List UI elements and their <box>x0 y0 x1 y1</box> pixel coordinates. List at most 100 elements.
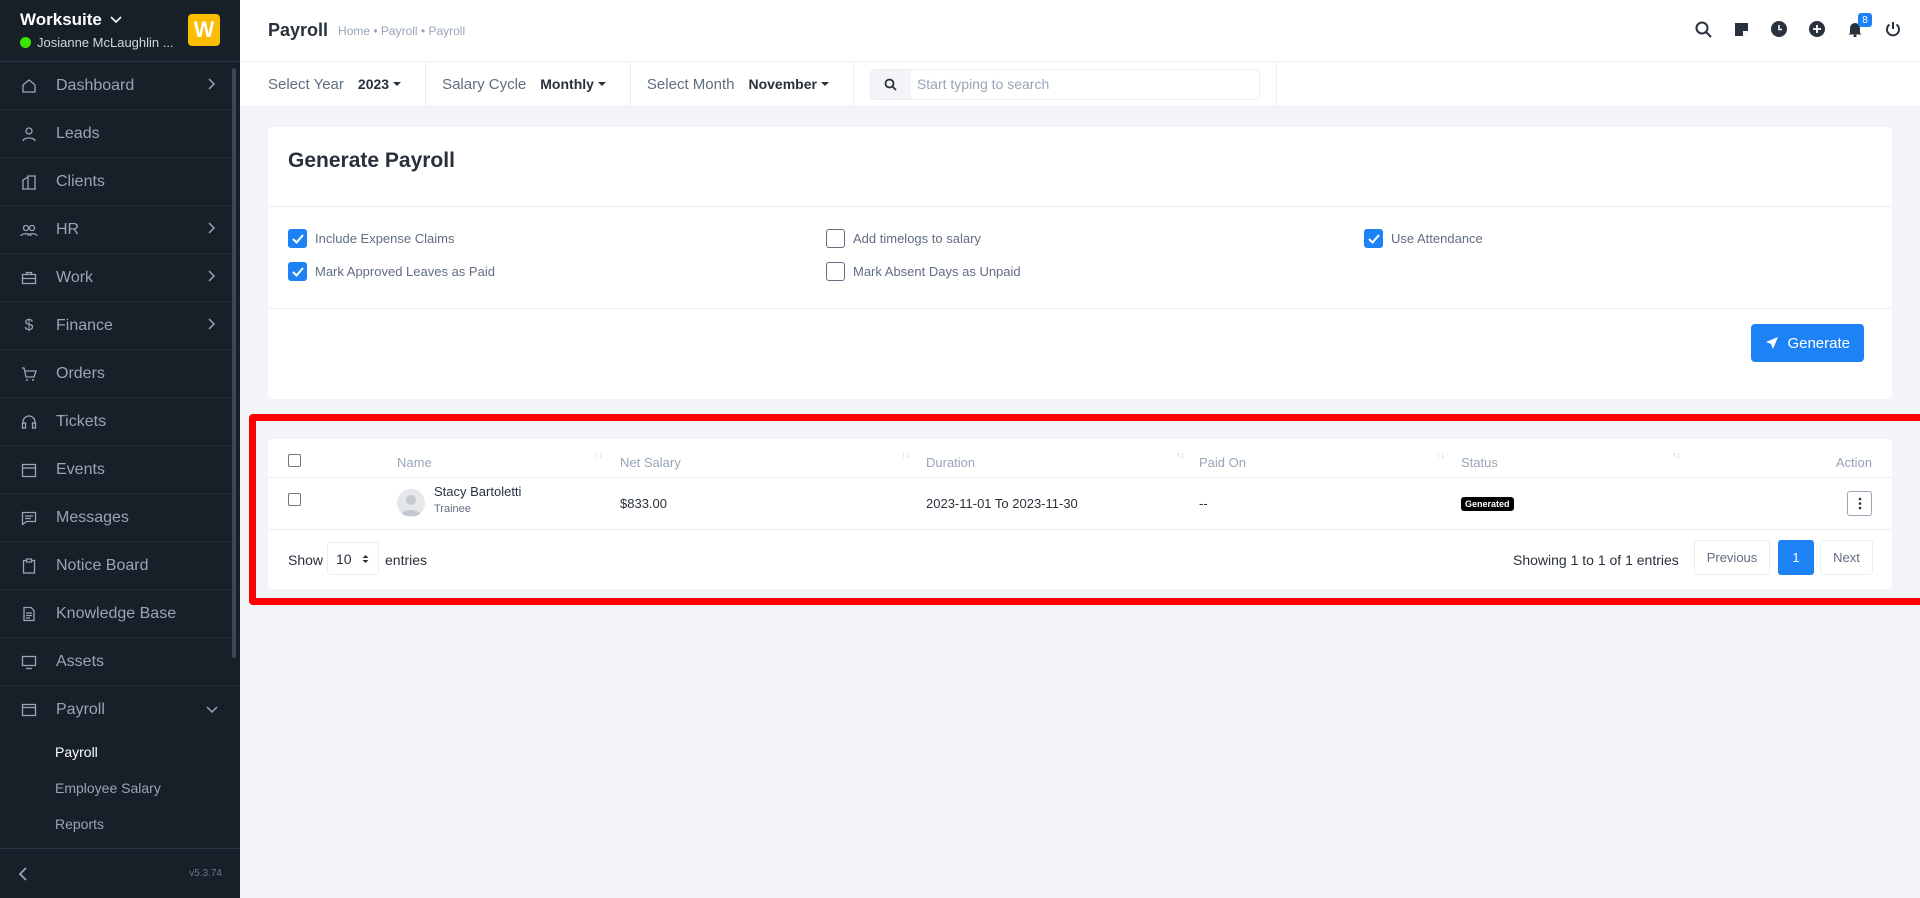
page-title: Payroll <box>268 20 329 40</box>
brand-header[interactable]: Worksuite Josianne McLaughlin ... W <box>0 0 240 62</box>
search-icon <box>870 69 911 99</box>
salary-cycle-label: Salary Cycle <box>442 75 527 93</box>
clock-icon[interactable] <box>1770 20 1788 38</box>
option-include-expense-claims[interactable]: Include Expense Claims <box>288 229 454 248</box>
checkbox-unchecked[interactable] <box>826 262 845 281</box>
chevron-right-icon <box>208 222 216 234</box>
monitor-icon <box>20 653 38 671</box>
chevron-down-icon <box>110 16 122 24</box>
bell-icon[interactable]: 8 <box>1846 13 1872 38</box>
option-label: Add timelogs to salary <box>853 231 981 246</box>
year-filter[interactable]: Select Year 2023 <box>240 62 427 106</box>
sidebar-item-hr[interactable]: HR <box>0 206 240 254</box>
wallet-icon <box>20 701 38 719</box>
dollar-icon: $ <box>24 316 34 334</box>
sidebar-item-label: Work <box>56 268 94 286</box>
option-add-timelogs[interactable]: Add timelogs to salary <box>826 229 981 248</box>
sidebar-item-work[interactable]: Work <box>0 254 240 302</box>
sidebar-item-label: Knowledge Base <box>56 604 177 622</box>
sidebar-item-label: Notice Board <box>56 556 149 574</box>
notification-count-badge: 8 <box>1858 13 1872 27</box>
sticky-note-icon[interactable] <box>1732 20 1750 38</box>
sidebar-item-orders[interactable]: Orders <box>0 350 240 398</box>
sidebar-item-label: Leads <box>56 124 100 142</box>
checkbox-checked[interactable] <box>288 229 307 248</box>
building-icon <box>20 173 38 191</box>
sidebar-item-dashboard[interactable]: Dashboard <box>0 62 240 110</box>
checkbox-unchecked[interactable] <box>826 229 845 248</box>
sidebar-item-label: Clients <box>56 172 105 190</box>
sidebar-item-clients[interactable]: Clients <box>0 158 240 206</box>
search-input[interactable] <box>910 76 1251 92</box>
chevron-right-icon <box>208 270 216 282</box>
salary-cycle-dropdown[interactable]: Monthly <box>540 76 606 92</box>
headset-icon <box>20 413 38 431</box>
sidebar-item-payroll[interactable]: Payroll <box>0 686 240 734</box>
submenu-item-employee-salary[interactable]: Employee Salary <box>0 770 240 806</box>
cart-icon <box>20 365 38 383</box>
generate-button-label: Generate <box>1787 334 1850 352</box>
search-icon[interactable] <box>1694 20 1712 38</box>
month-value: November <box>748 76 817 92</box>
salary-cycle-filter[interactable]: Salary Cycle Monthly <box>426 62 631 106</box>
caret-down-icon <box>597 82 606 86</box>
sidebar-item-notice-board[interactable]: Notice Board <box>0 542 240 590</box>
year-dropdown[interactable]: 2023 <box>357 76 402 92</box>
sidebar-scrollbar[interactable] <box>232 68 236 658</box>
month-filter[interactable]: Select Month November <box>631 62 854 106</box>
user-icon <box>20 125 38 143</box>
submenu-item-reports[interactable]: Reports <box>0 806 240 842</box>
sidebar-item-leads[interactable]: Leads <box>0 110 240 158</box>
user-name: Josianne McLaughlin ... <box>37 35 174 50</box>
year-value: 2023 <box>357 76 390 92</box>
sidebar-item-label: Payroll <box>56 701 105 718</box>
sidebar-item-label: Messages <box>56 508 129 526</box>
year-filter-label: Select Year <box>268 75 344 93</box>
chevron-right-icon <box>208 318 216 330</box>
generate-payroll-card: Generate Payroll Include Expense Claims … <box>268 127 1892 399</box>
generate-button[interactable]: Generate <box>1751 324 1864 362</box>
sidebar-item-label: Tickets <box>56 412 107 430</box>
sidebar-item-events[interactable]: Events <box>0 446 240 494</box>
sidebar-item-messages[interactable]: Messages <box>0 494 240 542</box>
home-icon <box>20 77 38 95</box>
brand-name: Worksuite <box>20 10 102 29</box>
caret-down-icon <box>393 82 402 86</box>
add-circle-icon[interactable] <box>1808 20 1826 38</box>
document-icon <box>20 605 38 623</box>
sidebar-item-assets[interactable]: Assets <box>0 638 240 686</box>
caret-down-icon <box>820 82 829 86</box>
chat-icon <box>20 509 38 527</box>
search-box <box>869 68 1260 100</box>
payroll-options: Include Expense Claims Add timelogs to s… <box>268 207 1892 309</box>
month-dropdown[interactable]: November <box>748 76 829 92</box>
option-label: Mark Absent Days as Unpaid <box>853 264 1021 279</box>
sidebar-nav: Dashboard Leads Clients HR Work $ Financ… <box>0 62 240 734</box>
option-mark-approved-leaves[interactable]: Mark Approved Leaves as Paid <box>288 262 495 281</box>
month-filter-label: Select Month <box>646 75 735 93</box>
briefcase-icon <box>20 269 38 287</box>
sidebar-item-label: Assets <box>56 652 105 670</box>
highlight-box <box>249 414 1920 605</box>
option-label: Include Expense Claims <box>315 231 455 246</box>
sidebar-item-label: HR <box>56 220 80 238</box>
power-icon[interactable] <box>1884 20 1902 38</box>
sidebar-item-label: Events <box>56 460 105 478</box>
sidebar-item-label: Finance <box>56 316 113 334</box>
option-use-attendance[interactable]: Use Attendance <box>1364 229 1483 248</box>
clipboard-icon <box>20 557 38 575</box>
checkbox-checked[interactable] <box>1364 229 1383 248</box>
collapse-sidebar-icon[interactable] <box>18 866 28 881</box>
option-mark-absent-days[interactable]: Mark Absent Days as Unpaid <box>826 262 1021 281</box>
calendar-icon <box>20 461 38 479</box>
sidebar-item-finance[interactable]: $ Finance <box>0 302 240 350</box>
top-header: Payroll Home • Payroll • Payroll 8 <box>240 0 1920 62</box>
company-logo: W <box>188 14 220 46</box>
submenu-item-payroll[interactable]: Payroll <box>0 734 240 770</box>
breadcrumb: Home • Payroll • Payroll <box>338 23 466 38</box>
sidebar-item-knowledge-base[interactable]: Knowledge Base <box>0 590 240 638</box>
salary-cycle-value: Monthly <box>540 76 594 92</box>
sidebar-item-label: Orders <box>56 364 105 382</box>
checkbox-checked[interactable] <box>288 262 307 281</box>
sidebar-item-tickets[interactable]: Tickets <box>0 398 240 446</box>
